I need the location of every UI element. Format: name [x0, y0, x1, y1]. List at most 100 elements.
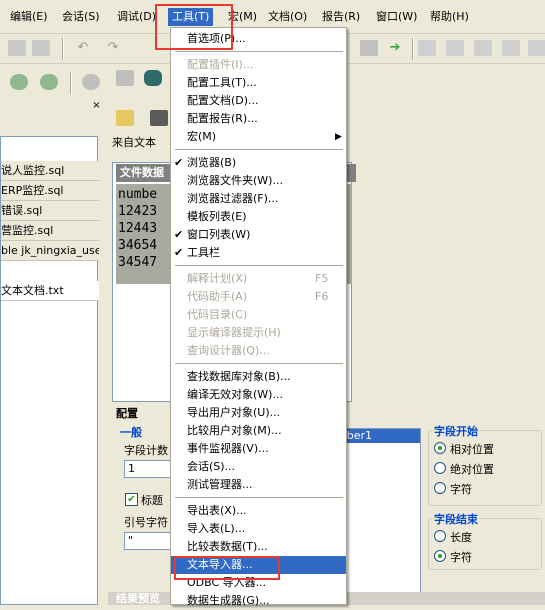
- print-preview-icon[interactable]: [32, 40, 50, 56]
- tools-menu-item[interactable]: 显示编译器提示(H): [171, 324, 346, 342]
- tools-menu-item[interactable]: 配置报告(R)...: [171, 110, 346, 128]
- quote-char-select[interactable]: ": [124, 532, 172, 550]
- menu-tools[interactable]: 工具(T): [168, 8, 214, 26]
- tools-menu-item[interactable]: 会话(S)...: [171, 458, 346, 476]
- menu-session[interactable]: 会话(S): [62, 8, 100, 26]
- tools-menu-item[interactable]: ✔ 窗口列表(W): [171, 226, 346, 244]
- menu-macro[interactable]: 宏(M): [228, 8, 257, 26]
- data-line: 12443: [118, 221, 158, 236]
- menu-item-shortcut: F5: [315, 272, 329, 285]
- menu-debug[interactable]: 调试(D): [117, 8, 156, 26]
- quote-char-label: 引号字符: [124, 516, 168, 529]
- toolbar-separator: [70, 72, 72, 94]
- tools-menu-item[interactable]: 配置插件(I)...: [171, 56, 346, 74]
- db-down-icon[interactable]: [10, 74, 28, 90]
- psql-icon[interactable]: [116, 70, 134, 86]
- uncomment-icon[interactable]: [528, 40, 545, 56]
- radio-label: 字符: [450, 483, 472, 496]
- print-icon[interactable]: [8, 40, 26, 56]
- radio-label: 绝对位置: [450, 463, 494, 476]
- tools-menu-item[interactable]: 编译无效对象(W)...: [171, 386, 346, 404]
- tools-menu-item[interactable]: 配置文档(D)...: [171, 92, 346, 110]
- radio-end-character[interactable]: [434, 550, 446, 562]
- sessions-icon[interactable]: [144, 70, 162, 86]
- tools-menu-item[interactable]: ✔ 浏览器(B): [171, 154, 346, 172]
- tools-menu-item[interactable]: 数据生成器(G)...: [171, 592, 346, 610]
- result-preview-title: 结果预览: [116, 592, 160, 605]
- radio-absolute-position[interactable]: [434, 462, 446, 474]
- tools-menu-item[interactable]: 代码目录(C): [171, 306, 346, 324]
- tools-menu-item[interactable]: 比较用户对象(M)...: [171, 422, 346, 440]
- tools-menu-item[interactable]: 比较表数据(T)...: [171, 538, 346, 556]
- tools-menu-item[interactable]: 浏览器过滤器(F)...: [171, 190, 346, 208]
- tools-menu-item[interactable]: 模板列表(E): [171, 208, 346, 226]
- menu-item-label: 宏(M): [187, 130, 217, 143]
- db-commit-icon[interactable]: [82, 74, 100, 90]
- toolbar-secondary: [0, 64, 110, 100]
- checkmark-icon: ✔: [174, 228, 184, 241]
- list-item[interactable]: 营监控.sql: [1, 221, 99, 241]
- menu-item-label: 浏览器过滤器(F)...: [187, 192, 279, 205]
- tools-menu-item[interactable]: 导出用户对象(U)...: [171, 404, 346, 422]
- save-icon[interactable]: [150, 110, 168, 126]
- list-item[interactable]: ble jk_ningxia_user(i: [1, 241, 99, 261]
- redo-icon[interactable]: ↷: [104, 40, 122, 56]
- comment-icon[interactable]: [502, 40, 520, 56]
- title-checkbox[interactable]: ✔: [125, 493, 138, 506]
- menu-item-label: 导出表(X)...: [187, 504, 247, 517]
- menu-item-shortcut: F6: [315, 290, 329, 303]
- menu-item-label: 模板列表(E): [187, 210, 247, 223]
- tools-menu-item[interactable]: 查询设计器(Q)...: [171, 342, 346, 360]
- close-icon[interactable]: ×: [91, 101, 102, 112]
- menu-item-label: 配置插件(I)...: [187, 58, 254, 71]
- list-item[interactable]: 文本文档.txt: [1, 281, 99, 301]
- tools-menu-item[interactable]: 首选项(P)...: [171, 30, 346, 48]
- db-up-icon[interactable]: [40, 74, 58, 90]
- submenu-arrow-icon: ▶: [335, 132, 342, 142]
- radio-start-character[interactable]: [434, 482, 446, 494]
- menu-item-label: 数据生成器(G)...: [187, 594, 270, 607]
- open-file-icon[interactable]: [116, 110, 134, 126]
- data-line: 34654: [118, 238, 158, 253]
- tools-menu-item[interactable]: 事件监视器(V)...: [171, 440, 346, 458]
- tools-menu-item[interactable]: ✔ 工具栏: [171, 244, 346, 262]
- tools-menu-item[interactable]: ODBC 导入器...: [171, 574, 346, 592]
- radio-length[interactable]: [434, 530, 446, 542]
- menu-item-label: 首选项(P)...: [187, 32, 246, 45]
- menu-edit[interactable]: 编辑(E): [10, 8, 48, 26]
- tools-menu-item[interactable]: 导入表(L)...: [171, 520, 346, 538]
- menu-window[interactable]: 窗口(W): [376, 8, 417, 26]
- menu-item-label: 事件监视器(V)...: [187, 442, 269, 455]
- list-item[interactable]: ERP监控.sql: [1, 181, 99, 201]
- radio-label: 字符: [450, 551, 472, 564]
- tools-menu-item[interactable]: 导出表(X)...: [171, 502, 346, 520]
- doc-icon[interactable]: [418, 40, 436, 56]
- tools-menu-item[interactable]: 解释计划(X) F5: [171, 270, 346, 288]
- menu-item-label: 解释计划(X): [187, 272, 248, 285]
- arrow-right-icon[interactable]: ➔: [386, 40, 404, 56]
- tools-menu-item[interactable]: 浏览器文件夹(W)...: [171, 172, 346, 190]
- tools-menu-item[interactable]: 文本导入器...: [171, 556, 346, 574]
- list-item[interactable]: 错误.sql: [1, 201, 99, 221]
- field-count-input[interactable]: 1: [124, 460, 172, 478]
- document-title: 来自文本: [112, 136, 156, 149]
- radio-relative-position[interactable]: [434, 442, 446, 454]
- tools-menu-item[interactable]: 配置工具(T)...: [171, 74, 346, 92]
- menu-reports[interactable]: 报告(R): [322, 8, 360, 26]
- menu-item-label: 显示编译器提示(H): [187, 326, 281, 339]
- tools-menu-item[interactable]: 宏(M) ▶: [171, 128, 346, 146]
- window-list: 说人监控.sql ERP监控.sql 错误.sql 营监控.sql ble jk…: [0, 136, 99, 605]
- outdent-icon[interactable]: [474, 40, 492, 56]
- tools-menu-item[interactable]: 代码助手(A) F6: [171, 288, 346, 306]
- menu-docs[interactable]: 文档(O): [268, 8, 307, 26]
- tools-menu-item[interactable]: 查找数据库对象(B)...: [171, 368, 346, 386]
- list-item[interactable]: 说人监控.sql: [1, 161, 99, 181]
- menu-item-label: 文本导入器...: [187, 558, 253, 571]
- indent-icon[interactable]: [446, 40, 464, 56]
- menu-item-label: 浏览器(B): [187, 156, 237, 169]
- cut-icon[interactable]: [360, 40, 378, 56]
- menu-item-label: 比较用户对象(M)...: [187, 424, 282, 437]
- menu-help[interactable]: 帮助(H): [430, 8, 469, 26]
- tools-menu-item[interactable]: 测试管理器...: [171, 476, 346, 494]
- undo-icon[interactable]: ↶: [74, 40, 92, 56]
